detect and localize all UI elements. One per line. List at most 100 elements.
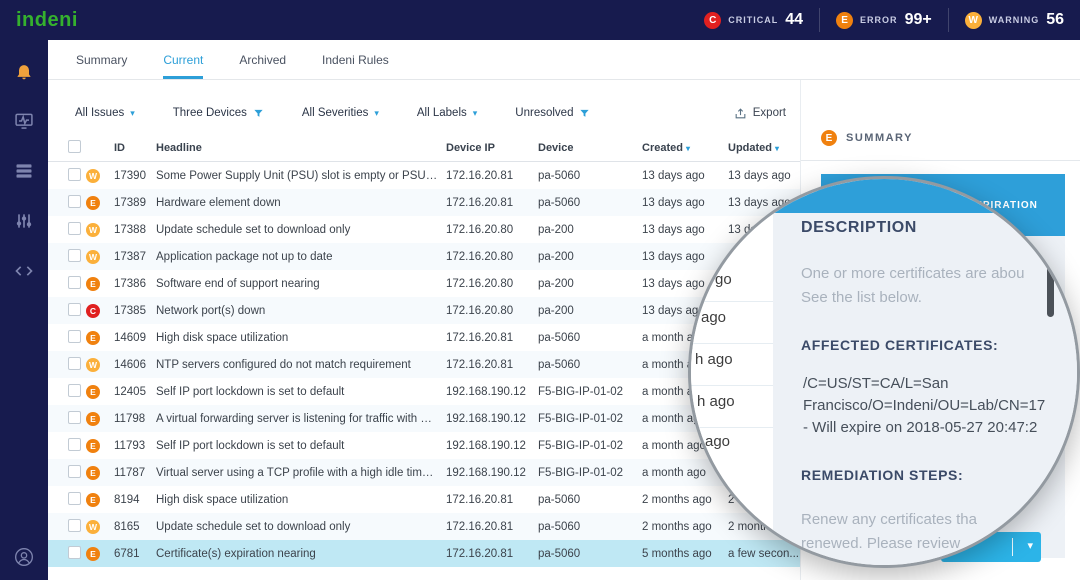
table-row[interactable]: E 11798 A virtual forwarding server is l… bbox=[48, 405, 800, 432]
column-updated-sort[interactable]: Updated ▾ bbox=[728, 142, 800, 154]
row-checkbox[interactable] bbox=[68, 464, 81, 478]
row-device: pa-200 bbox=[538, 223, 574, 236]
table-row[interactable]: E 11793 Self IP port lockdown is set to … bbox=[48, 432, 800, 459]
chevron-down-icon: ▾ bbox=[130, 107, 135, 118]
warning-counter[interactable]: W WARNING 56 bbox=[947, 8, 1080, 32]
scrollbar-thumb[interactable] bbox=[1047, 261, 1054, 317]
table-row[interactable]: E 11787 Virtual server using a TCP profi… bbox=[48, 459, 800, 486]
code-icon[interactable] bbox=[13, 260, 35, 282]
resolution-filter[interactable]: Unresolved bbox=[515, 107, 590, 119]
export-button[interactable]: Export bbox=[734, 107, 786, 120]
row-checkbox[interactable] bbox=[68, 329, 81, 343]
row-device-ip: 192.168.190.12 bbox=[446, 439, 526, 452]
table-row[interactable]: E 17389 Hardware element down 172.16.20.… bbox=[48, 189, 800, 216]
warning-severity-icon: W bbox=[964, 11, 982, 29]
severity-badge: W bbox=[86, 519, 100, 534]
critical-count: 44 bbox=[785, 11, 804, 28]
row-device: pa-5060 bbox=[538, 169, 581, 182]
column-created-label: Created bbox=[642, 141, 683, 154]
tab-summary[interactable]: Summary bbox=[76, 40, 127, 79]
tab-bar: Summary Current Archived Indeni Rules bbox=[48, 40, 1080, 80]
table-row[interactable]: W 17387 Application package not up to da… bbox=[48, 243, 800, 270]
severity-badge: E bbox=[86, 438, 100, 453]
row-headline: High disk space utilization bbox=[156, 493, 289, 506]
table-row[interactable]: E 14609 High disk space utilization 172.… bbox=[48, 324, 800, 351]
row-checkbox[interactable] bbox=[68, 356, 81, 370]
severity-badge: E bbox=[86, 465, 100, 480]
table-row[interactable]: E 17386 Software end of support nearing … bbox=[48, 270, 800, 297]
select-all-checkbox[interactable] bbox=[68, 139, 81, 153]
row-checkbox[interactable] bbox=[68, 437, 81, 451]
row-checkbox[interactable] bbox=[68, 302, 81, 316]
tab-current[interactable]: Current bbox=[163, 40, 204, 79]
sliders-icon[interactable] bbox=[13, 210, 35, 232]
row-id: 12405 bbox=[114, 385, 146, 398]
tab-archived[interactable]: Archived bbox=[239, 40, 286, 79]
row-id: 8165 bbox=[114, 520, 140, 533]
row-device: pa-200 bbox=[538, 277, 574, 290]
row-device: F5-BIG-IP-01-02 bbox=[538, 385, 623, 398]
column-headline: Headline bbox=[156, 141, 202, 154]
row-id: 11787 bbox=[114, 466, 146, 479]
magnifier-lens: go ago h ago h ago ago DESCRIPTION One o… bbox=[688, 176, 1080, 568]
severities-filter-dropdown[interactable]: All Severities ▾ bbox=[302, 107, 379, 119]
row-checkbox[interactable] bbox=[68, 221, 81, 235]
error-severity-icon: E bbox=[836, 11, 854, 29]
sidebar bbox=[0, 40, 48, 580]
table-row[interactable]: W 8165 Update schedule set to download o… bbox=[48, 513, 800, 540]
tab-indeni-rules[interactable]: Indeni Rules bbox=[322, 40, 389, 79]
rows-list-icon[interactable] bbox=[13, 160, 35, 182]
labels-filter-dropdown[interactable]: All Labels ▾ bbox=[417, 107, 477, 119]
column-id: ID bbox=[114, 141, 125, 154]
critical-label: CRITICAL bbox=[728, 15, 779, 25]
row-checkbox[interactable] bbox=[68, 383, 81, 397]
table-row[interactable]: W 17390 Some Power Supply Unit (PSU) slo… bbox=[48, 162, 800, 189]
row-headline: Self IP port lockdown is set to default bbox=[156, 385, 345, 398]
table-row[interactable]: C 17385 Network port(s) down 172.16.20.8… bbox=[48, 297, 800, 324]
row-checkbox[interactable] bbox=[68, 248, 81, 262]
table-row[interactable]: E 6781 Certificate(s) expiration nearing… bbox=[48, 540, 800, 567]
export-label: Export bbox=[752, 107, 786, 119]
devices-filter[interactable]: Three Devices bbox=[173, 107, 264, 119]
column-device: Device bbox=[538, 141, 574, 154]
error-label: ERROR bbox=[860, 15, 898, 25]
column-created-sort[interactable]: Created ▾ bbox=[642, 142, 728, 154]
table-row[interactable]: E 8194 High disk space utilization 172.1… bbox=[48, 486, 800, 513]
tab-label: Current bbox=[163, 52, 204, 67]
monitoring-icon[interactable] bbox=[13, 110, 35, 132]
row-checkbox[interactable] bbox=[68, 491, 81, 505]
row-checkbox[interactable] bbox=[68, 410, 81, 424]
row-headline: A virtual forwarding server is listening… bbox=[156, 412, 446, 425]
magnified-text-fragment: ago bbox=[701, 309, 727, 326]
critical-counter[interactable]: C CRITICAL 44 bbox=[688, 8, 819, 32]
row-device-ip: 172.16.20.81 bbox=[446, 196, 514, 209]
remediation-text: renewed. Please review bbox=[801, 535, 961, 552]
critical-severity-icon: C bbox=[704, 11, 722, 29]
bell-icon[interactable] bbox=[13, 60, 35, 82]
severity-badge: E bbox=[86, 411, 100, 426]
summary-title: SUMMARY bbox=[846, 132, 913, 144]
row-id: 11798 bbox=[114, 412, 146, 425]
certificate-text: Francisco/O=Indeni/OU=Lab/CN=17 bbox=[803, 397, 1046, 414]
row-checkbox[interactable] bbox=[68, 275, 81, 289]
topbar: indeni C CRITICAL 44 E ERROR 99+ W WARNI… bbox=[0, 0, 1080, 40]
profile-icon[interactable] bbox=[13, 546, 35, 568]
table-row[interactable]: E 12405 Self IP port lockdown is set to … bbox=[48, 378, 800, 405]
severity-badge: E bbox=[86, 546, 100, 561]
row-id: 17386 bbox=[114, 277, 146, 290]
row-id: 6781 bbox=[114, 547, 140, 560]
row-device-ip: 172.16.20.80 bbox=[446, 304, 514, 317]
error-counter[interactable]: E ERROR 99+ bbox=[819, 8, 948, 32]
row-checkbox[interactable] bbox=[68, 194, 81, 208]
row-device: F5-BIG-IP-01-02 bbox=[538, 439, 623, 452]
labels-filter-label: All Labels bbox=[416, 107, 467, 119]
severity-badge: E bbox=[86, 195, 100, 210]
table-row[interactable]: W 17388 Update schedule set to download … bbox=[48, 216, 800, 243]
issues-table: ID Headline Device IP Device Created ▾ Up… bbox=[48, 134, 800, 567]
row-checkbox[interactable] bbox=[68, 545, 81, 559]
magnified-text-fragment: go bbox=[715, 271, 732, 288]
row-device-ip: 192.168.190.12 bbox=[446, 412, 526, 425]
row-checkbox[interactable] bbox=[68, 518, 81, 532]
row-checkbox[interactable] bbox=[68, 167, 81, 181]
issues-filter-dropdown[interactable]: All Issues ▾ bbox=[75, 107, 135, 119]
